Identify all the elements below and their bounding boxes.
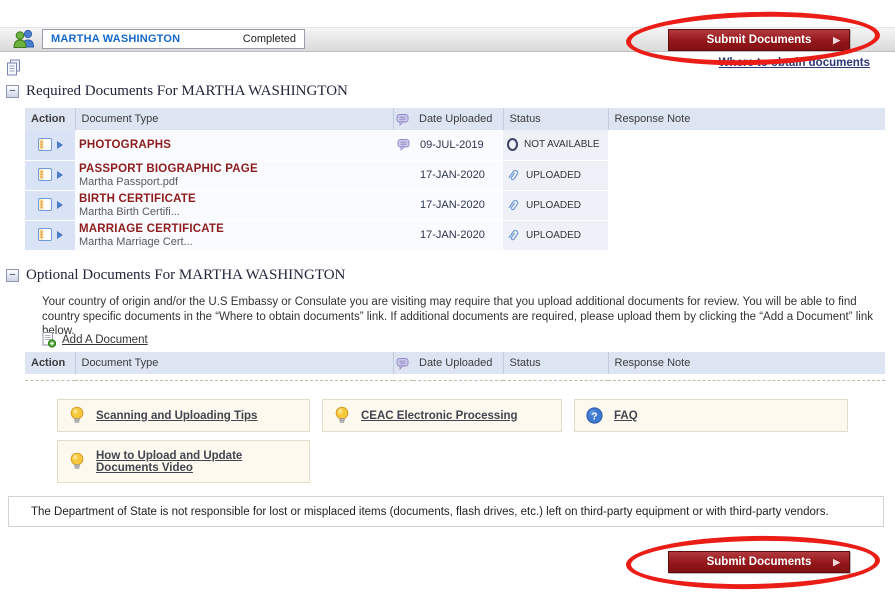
required-documents-table: Action Document Type Date Uploaded Statu… bbox=[25, 108, 885, 251]
copy-pages-icon[interactable] bbox=[6, 59, 22, 76]
document-type-label: BIRTH CERTIFICATE bbox=[79, 193, 389, 205]
document-type-label: PHOTOGRAPHS bbox=[79, 139, 389, 151]
column-header-response-note: Response Note bbox=[608, 108, 885, 130]
add-a-document-link[interactable]: Add A Document bbox=[42, 332, 148, 348]
lightbulb-icon bbox=[69, 452, 85, 471]
response-note-cell bbox=[608, 130, 885, 160]
expand-triangle-icon[interactable] bbox=[57, 171, 63, 179]
svg-text:?: ? bbox=[591, 410, 597, 422]
table-row-photographs: PHOTOGRAPHS 09-JUL-2019 NOT AVAILABLE bbox=[25, 130, 885, 160]
document-type-label: PASSPORT BIOGRAPHIC PAGE bbox=[79, 163, 389, 175]
optional-section-header: − Optional Documents For MARTHA WASHINGT… bbox=[6, 267, 345, 284]
column-header-date-uploaded: Date Uploaded bbox=[413, 352, 503, 374]
table-row-birth-certificate: BIRTH CERTIFICATE Martha Birth Certifi..… bbox=[25, 190, 885, 220]
circle-o-icon bbox=[507, 138, 518, 151]
add-document-icon bbox=[42, 332, 56, 348]
people-icon bbox=[13, 29, 37, 48]
collapse-required-button[interactable]: − bbox=[6, 85, 19, 98]
view-document-action[interactable] bbox=[25, 220, 75, 250]
response-note-cell bbox=[608, 220, 885, 250]
column-header-action: Action bbox=[25, 352, 75, 374]
submit-documents-button-bottom[interactable]: Submit Documents ▶ bbox=[668, 551, 850, 573]
arrow-right-icon: ▶ bbox=[833, 557, 840, 568]
optional-section-description: Your country of origin and/or the U.S Em… bbox=[42, 295, 878, 339]
column-header-status: Status bbox=[503, 352, 608, 374]
arrow-right-icon: ▶ bbox=[833, 35, 840, 46]
date-uploaded-value: 09-JUL-2019 bbox=[413, 130, 503, 160]
applicant-name: MARTHA WASHINGTON bbox=[51, 33, 180, 45]
paperclip-icon bbox=[507, 198, 520, 212]
document-file-name: Martha Passport.pdf bbox=[79, 176, 389, 188]
expand-triangle-icon[interactable] bbox=[57, 201, 63, 209]
optional-table-header-row: Action Document Type Date Uploaded Statu… bbox=[25, 352, 885, 374]
column-header-status: Status bbox=[503, 108, 608, 130]
comment-bubble-icon bbox=[393, 352, 413, 374]
help-link-faq[interactable]: ? FAQ bbox=[574, 399, 848, 432]
document-type-label: MARRIAGE CERTIFICATE bbox=[79, 223, 389, 235]
column-header-document-type: Document Type bbox=[75, 352, 393, 374]
date-uploaded-value: 17-JAN-2020 bbox=[413, 160, 503, 190]
date-uploaded-value: 17-JAN-2020 bbox=[413, 220, 503, 250]
view-document-action[interactable] bbox=[25, 190, 75, 220]
paperclip-icon bbox=[507, 228, 520, 242]
where-to-obtain-documents-link[interactable]: Where to obtain documents bbox=[719, 57, 870, 69]
required-section-header: − Required Documents For MARTHA WASHINGT… bbox=[6, 83, 348, 100]
help-link-scanning-tips[interactable]: Scanning and Uploading Tips bbox=[57, 399, 310, 432]
applicant-status: Completed bbox=[243, 33, 296, 45]
response-note-cell bbox=[608, 190, 885, 220]
comment-bubble-icon bbox=[393, 108, 413, 130]
required-table-header-row: Action Document Type Date Uploaded Statu… bbox=[25, 108, 885, 130]
required-section-title: Required Documents For MARTHA WASHINGTON bbox=[26, 83, 348, 100]
optional-documents-table: Action Document Type Date Uploaded Statu… bbox=[25, 352, 885, 381]
help-link-label[interactable]: Scanning and Uploading Tips bbox=[96, 410, 257, 422]
help-link-upload-video[interactable]: How to Upload and Update Documents Video bbox=[57, 440, 310, 483]
document-file-name: Martha Birth Certifi... bbox=[79, 206, 389, 218]
document-file-name: Martha Marriage Cert... bbox=[79, 236, 389, 248]
column-header-date-uploaded: Date Uploaded bbox=[413, 108, 503, 130]
view-document-action[interactable] bbox=[25, 130, 75, 160]
comment-bubble-icon[interactable] bbox=[393, 130, 413, 160]
help-link-label[interactable]: CEAC Electronic Processing bbox=[361, 410, 518, 422]
collapse-optional-button[interactable]: − bbox=[6, 269, 19, 282]
view-document-action[interactable] bbox=[25, 160, 75, 190]
expand-triangle-icon[interactable] bbox=[57, 231, 63, 239]
date-uploaded-value: 17-JAN-2020 bbox=[413, 190, 503, 220]
table-row-marriage-certificate: MARRIAGE CERTIFICATE Martha Marriage Cer… bbox=[25, 220, 885, 250]
status-badge: NOT AVAILABLE bbox=[524, 139, 600, 150]
column-header-response-note: Response Note bbox=[608, 352, 885, 374]
lightbulb-icon bbox=[334, 406, 350, 425]
status-badge: UPLOADED bbox=[526, 170, 581, 181]
ceac-documents-page: MARTHA WASHINGTON Completed Submit Docum… bbox=[0, 0, 895, 602]
response-note-cell bbox=[608, 160, 885, 190]
status-badge: UPLOADED bbox=[526, 200, 581, 211]
help-link-label[interactable]: How to Upload and Update Documents Video bbox=[96, 450, 298, 474]
column-header-action: Action bbox=[25, 108, 75, 130]
optional-table-empty-row bbox=[25, 374, 885, 380]
applicant-name-box: MARTHA WASHINGTON Completed bbox=[42, 29, 305, 49]
disclaimer-box: The Department of State is not responsib… bbox=[8, 496, 884, 527]
question-icon: ? bbox=[586, 407, 603, 424]
expand-triangle-icon[interactable] bbox=[57, 141, 63, 149]
table-row-passport: PASSPORT BIOGRAPHIC PAGE Martha Passport… bbox=[25, 160, 885, 190]
help-link-ceac-processing[interactable]: CEAC Electronic Processing bbox=[322, 399, 562, 432]
column-header-document-type: Document Type bbox=[75, 108, 393, 130]
paperclip-icon bbox=[507, 168, 520, 182]
optional-section-title: Optional Documents For MARTHA WASHINGTON bbox=[26, 267, 345, 284]
add-a-document-label[interactable]: Add A Document bbox=[62, 334, 148, 346]
submit-documents-label: Submit Documents bbox=[707, 556, 812, 568]
lightbulb-icon bbox=[69, 406, 85, 425]
status-badge: UPLOADED bbox=[526, 230, 581, 241]
help-link-label[interactable]: FAQ bbox=[614, 410, 638, 422]
submit-documents-button-top[interactable]: Submit Documents ▶ bbox=[668, 29, 850, 51]
disclaimer-text: The Department of State is not responsib… bbox=[31, 506, 829, 518]
submit-documents-label: Submit Documents bbox=[707, 34, 812, 46]
